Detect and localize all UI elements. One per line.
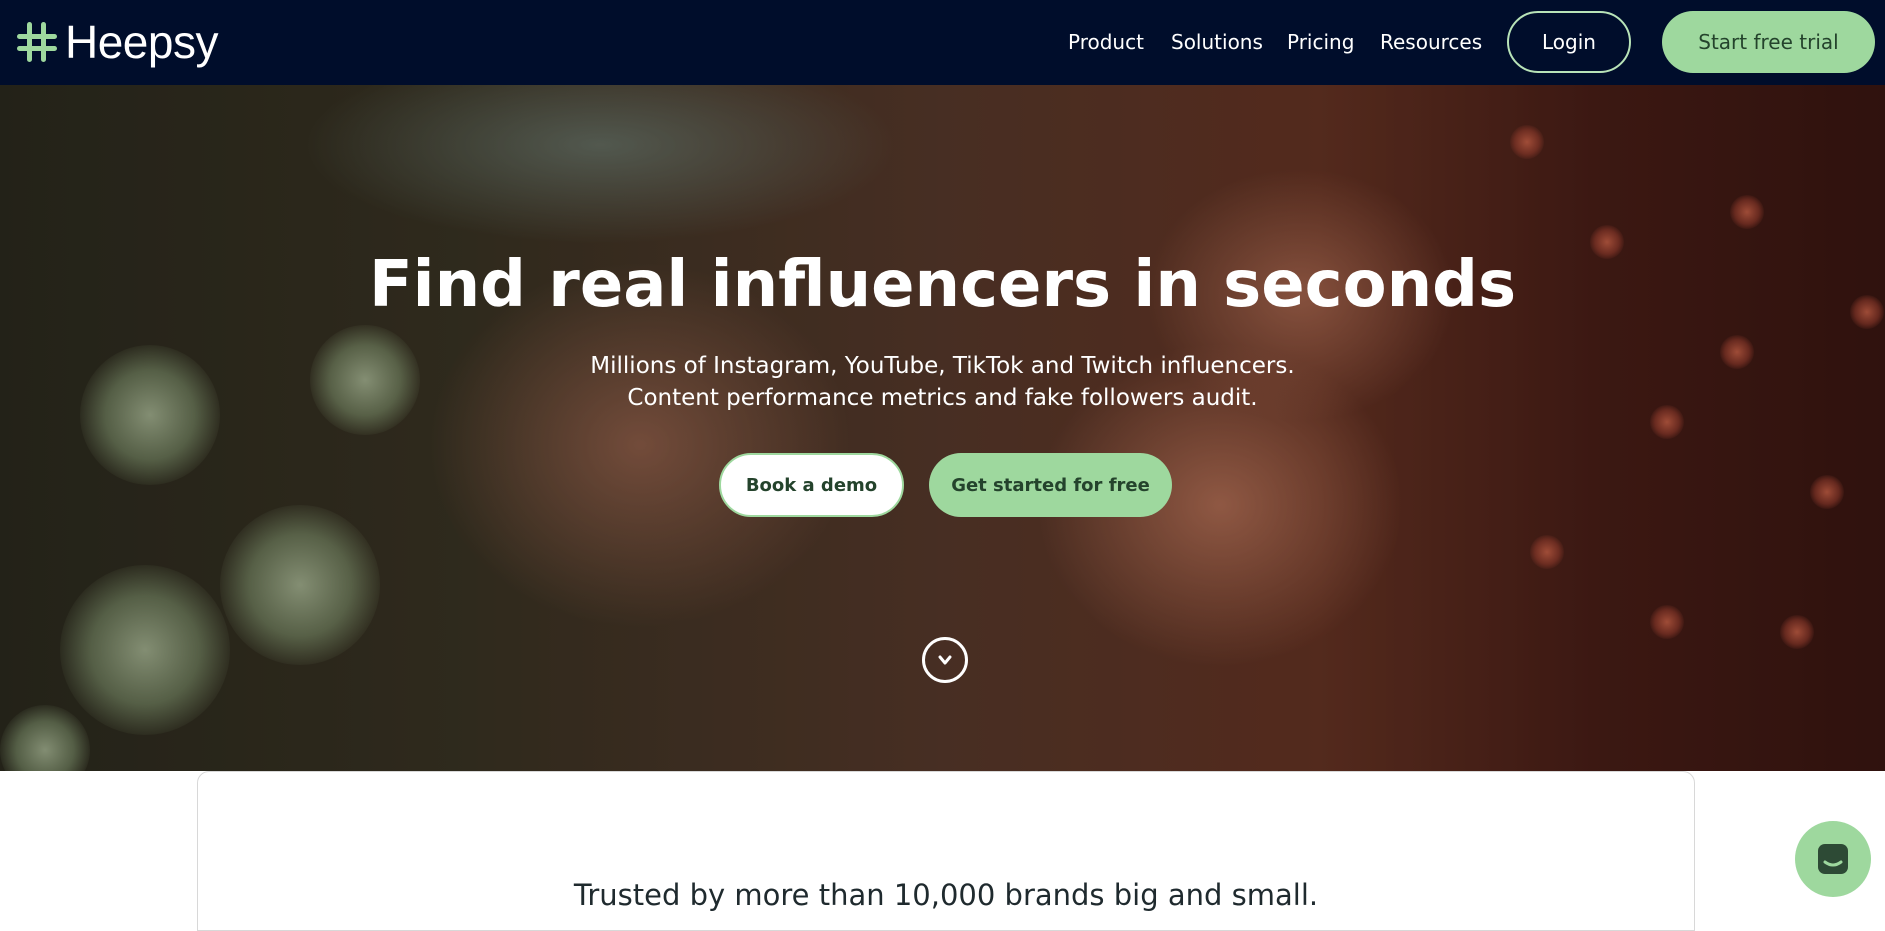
- chevron-down-icon: [938, 655, 952, 665]
- book-demo-button[interactable]: Book a demo: [719, 453, 904, 517]
- trusted-brands-text: Trusted by more than 10,000 brands big a…: [573, 878, 1319, 912]
- hero-subtitle-line-1: Millions of Instagram, YouTube, TikTok a…: [590, 353, 1295, 379]
- hero-subtitle-line-2: Content performance metrics and fake fol…: [627, 385, 1258, 411]
- nav-pricing[interactable]: Pricing: [1287, 28, 1354, 56]
- hero-section: Find real influencers in seconds Million…: [0, 85, 1885, 771]
- chat-launcher-button[interactable]: [1795, 821, 1871, 897]
- nav-resources[interactable]: Resources: [1380, 28, 1482, 56]
- heepsy-logo[interactable]: Heepsy: [15, 18, 218, 66]
- nav-solutions[interactable]: Solutions: [1171, 28, 1263, 56]
- logo-wordmark: Heepsy: [65, 16, 218, 68]
- nav-product[interactable]: Product: [1068, 28, 1144, 56]
- heepsy-logo-icon: [17, 22, 57, 62]
- scroll-down-button[interactable]: [922, 637, 968, 683]
- hero-title: Find real influencers in seconds: [368, 248, 1517, 322]
- trusted-brands-card: Trusted by more than 10,000 brands big a…: [197, 771, 1695, 931]
- get-started-free-button[interactable]: Get started for free: [929, 453, 1172, 517]
- top-navbar: Heepsy Product Solutions Pricing Resourc…: [0, 0, 1885, 85]
- start-free-trial-button[interactable]: Start free trial: [1662, 11, 1875, 73]
- login-button[interactable]: Login: [1507, 11, 1631, 73]
- chat-icon: [1818, 844, 1848, 874]
